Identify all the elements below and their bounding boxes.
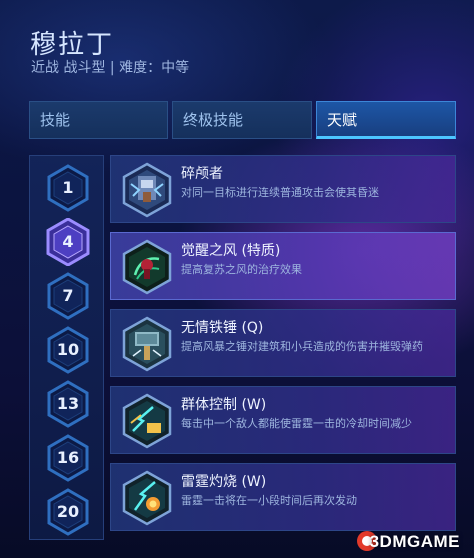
talent-row-crowd-control[interactable]: 群体控制 (W) 每击中一个敌人都能使雷霆一击的冷却时间减少 — [110, 386, 456, 454]
crowd-control-icon — [119, 393, 175, 449]
talent-description: 提高复苏之风的治疗效果 — [181, 263, 302, 276]
tier-level-7[interactable]: 7 — [44, 272, 92, 320]
tier-level-label: 10 — [56, 340, 80, 359]
relentless-hammer-icon — [119, 316, 175, 372]
talent-name: 雷霆灼烧 (W) — [181, 474, 267, 490]
talent-row-relentless-hammer[interactable]: 无情铁锤 (Q) 提高风暴之锤对建筑和小兵造成的伤害并摧毁弹药 — [110, 309, 456, 377]
tab-bar: 技能 终极技能 天赋 — [29, 101, 456, 141]
talent-description: 对同一目标进行连续普通攻击会使其昏迷 — [181, 186, 379, 199]
talent-description: 提高风暴之锤对建筑和小兵造成的伤害并摧毁弹药 — [181, 340, 423, 353]
tier-level-label: 16 — [56, 448, 80, 467]
tier-level-label: 4 — [62, 232, 74, 251]
skull-cracker-icon — [119, 162, 175, 218]
talent-name: 无情铁锤 (Q) — [181, 320, 264, 336]
tier-level-10[interactable]: 10 — [44, 326, 92, 374]
talent-name: 群体控制 (W) — [181, 397, 267, 413]
tab-talents[interactable]: 天赋 — [316, 101, 456, 139]
watermark: 3DMGAME — [369, 532, 460, 551]
tier-level-16[interactable]: 16 — [44, 434, 92, 482]
hero-subtitle: 近战 战斗型 | 难度：中等 — [31, 60, 190, 76]
tier-level-4[interactable]: 4 — [44, 218, 92, 266]
talent-description: 雷霆一击将在一小段时间后再次发动 — [181, 494, 357, 507]
second-wind-icon — [119, 239, 175, 295]
tier-level-label: 13 — [56, 394, 80, 413]
hero-name: 穆拉丁 — [30, 30, 115, 60]
tier-level-label: 1 — [62, 178, 74, 197]
tier-level-label: 7 — [62, 286, 74, 305]
tier-level-1[interactable]: 1 — [44, 164, 92, 212]
talent-description: 每击中一个敌人都能使雷霆一击的冷却时间减少 — [181, 417, 412, 430]
tier-level-13[interactable]: 13 — [44, 380, 92, 428]
talent-row-thunder-burn[interactable]: 雷霆灼烧 (W) 雷霆一击将在一小段时间后再次发动 — [110, 463, 456, 531]
thunder-burn-icon — [119, 470, 175, 526]
talent-row-skull-cracker[interactable]: 碎颅者 对同一目标进行连续普通攻击会使其昏迷 — [110, 155, 456, 223]
tab-heroic-abilities[interactable]: 终极技能 — [172, 101, 312, 139]
talent-name: 碎颅者 — [181, 166, 223, 182]
tier-level-20[interactable]: 20 — [44, 488, 92, 536]
tab-abilities[interactable]: 技能 — [29, 101, 168, 139]
talent-row-second-wind[interactable]: 觉醒之风 (特质) 提高复苏之风的治疗效果 — [110, 232, 456, 300]
talent-tier-column: 1 4 7 10 13 16 20 — [29, 155, 104, 540]
tier-level-label: 20 — [56, 502, 80, 521]
talent-name: 觉醒之风 (特质) — [181, 243, 281, 259]
